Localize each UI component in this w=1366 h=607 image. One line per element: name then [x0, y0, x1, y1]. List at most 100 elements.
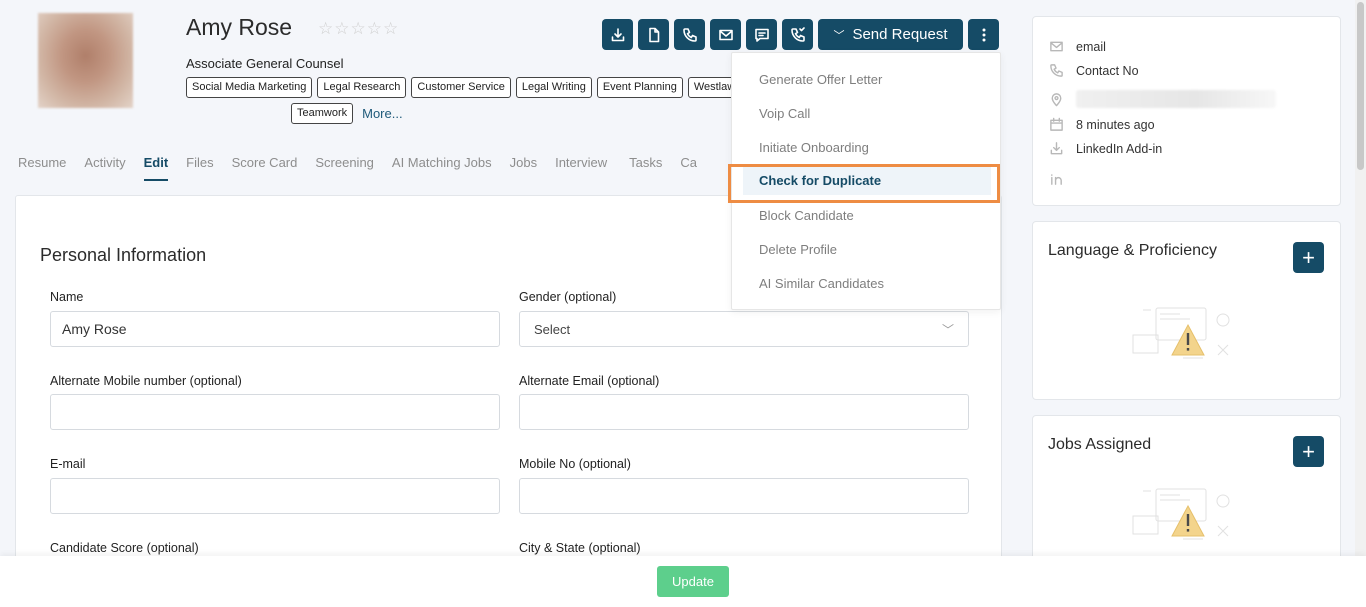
star-icon[interactable]: ☆	[351, 20, 366, 37]
chevron-down-icon: ﹀	[941, 322, 954, 337]
candidate-title: Associate General Counsel	[186, 56, 344, 71]
contact-phone: Contact No	[1076, 63, 1139, 78]
skill-tag: Customer Service	[411, 77, 511, 98]
jobs-title: Jobs Assigned	[1048, 436, 1152, 453]
tab-ai-matching-jobs[interactable]: AI Matching Jobs	[392, 150, 492, 181]
jobs-assigned-card: Jobs Assigned +	[1032, 415, 1341, 575]
skill-tag: Event Planning	[596, 77, 683, 98]
download-button[interactable]	[602, 19, 633, 50]
star-icon[interactable]: ☆	[383, 20, 398, 37]
menu-item-generate-offer-letter[interactable]: Generate Offer Letter	[759, 72, 882, 87]
mail-icon	[718, 29, 733, 40]
language-title: Language & Proficiency	[1048, 242, 1217, 259]
download-icon	[611, 27, 624, 41]
linkedin-icon	[1051, 174, 1062, 185]
empty-state-icon	[1132, 488, 1230, 540]
tab-jobs[interactable]: Jobs	[510, 150, 537, 181]
footer-bar: Update	[0, 556, 1366, 607]
redacted-location	[1076, 90, 1276, 108]
city-state-label: City & State (optional)	[519, 541, 641, 555]
linkedin-row[interactable]	[1049, 172, 1064, 187]
tab-activity[interactable]: Activity	[84, 150, 125, 181]
skills-list: Social Media Marketing Legal Research Cu…	[186, 77, 746, 124]
name-input[interactable]: Amy Rose	[50, 311, 500, 347]
call-button[interactable]	[674, 19, 705, 50]
add-language-button[interactable]: +	[1293, 242, 1324, 273]
page-scrollbar[interactable]	[1355, 0, 1366, 556]
download-icon	[1050, 142, 1063, 155]
highlight-outline	[728, 164, 1000, 203]
menu-item-voip-call[interactable]: Voip Call	[759, 106, 810, 121]
voip-button[interactable]	[782, 19, 813, 50]
skill-tag: Social Media Marketing	[186, 77, 313, 98]
chevron-down-icon: ﹀	[833, 29, 845, 42]
update-button[interactable]: Update	[657, 566, 729, 597]
action-toolbar: ﹀ Send Request	[602, 19, 999, 50]
tab-tasks[interactable]: Tasks	[629, 150, 662, 181]
skill-tag: Teamwork	[291, 103, 354, 124]
alt-mobile-input[interactable]	[50, 394, 500, 430]
gender-select[interactable]: Select ﹀	[519, 311, 969, 347]
contact-card: email Contact No 8 minutes ago LinkedIn …	[1032, 16, 1341, 206]
more-actions-button[interactable]	[968, 19, 999, 50]
contact-source: LinkedIn Add-in	[1076, 141, 1163, 156]
tab-interview[interactable]: Interview	[555, 150, 607, 181]
contact-updated-row: 8 minutes ago	[1049, 117, 1155, 132]
tab-files[interactable]: Files	[186, 150, 213, 181]
location-pin-icon	[1051, 92, 1062, 106]
mobile-input[interactable]	[519, 478, 969, 514]
candidate-avatar	[38, 13, 133, 108]
contact-email-row[interactable]: email	[1049, 39, 1106, 54]
kebab-menu-icon	[982, 28, 985, 41]
sms-button[interactable]	[746, 19, 777, 50]
mail-icon	[1050, 41, 1063, 52]
empty-state-icon	[1132, 307, 1230, 359]
send-request-button[interactable]: ﹀ Send Request	[818, 19, 963, 50]
mobile-label: Mobile No (optional)	[519, 457, 631, 471]
skill-tag: Legal Research	[317, 77, 407, 98]
contact-updated: 8 minutes ago	[1076, 117, 1155, 132]
scrollbar-thumb[interactable]	[1357, 2, 1364, 170]
email-label: E-mail	[50, 457, 86, 471]
star-icon[interactable]: ☆	[334, 20, 349, 37]
language-card: Language & Proficiency +	[1032, 221, 1341, 400]
tab-score-card[interactable]: Score Card	[232, 150, 298, 181]
plus-icon: +	[1302, 438, 1315, 464]
alt-mobile-label: Alternate Mobile number (optional)	[50, 374, 242, 388]
contact-phone-row[interactable]: Contact No	[1049, 63, 1139, 78]
email-button[interactable]	[710, 19, 741, 50]
tab-edit[interactable]: Edit	[143, 150, 169, 181]
plus-icon: +	[1302, 244, 1315, 270]
star-icon[interactable]: ☆	[367, 20, 382, 37]
add-job-button[interactable]: +	[1293, 436, 1324, 467]
gender-label: Gender (optional)	[519, 290, 617, 304]
tab-resume[interactable]: Resume	[18, 150, 66, 181]
phone-icon	[1050, 64, 1063, 77]
skills-spacer	[186, 103, 286, 124]
file-icon	[648, 27, 659, 42]
star-icon[interactable]: ☆	[318, 20, 333, 37]
alt-email-label: Alternate Email (optional)	[519, 374, 660, 388]
calendar-icon	[1050, 117, 1063, 131]
alt-email-input[interactable]	[519, 394, 969, 430]
candidate-score-label: Candidate Score (optional)	[50, 541, 199, 555]
contact-source-row: LinkedIn Add-in	[1049, 141, 1162, 156]
menu-item-block-candidate[interactable]: Block Candidate	[759, 208, 854, 223]
contact-location-row	[1049, 90, 1276, 108]
file-button[interactable]	[638, 19, 669, 50]
email-input[interactable]	[50, 478, 500, 514]
tab-bar: Resume Activity Edit Files Score Card Sc…	[18, 150, 715, 181]
tab-screening[interactable]: Screening	[315, 150, 374, 181]
menu-item-ai-similar-candidates[interactable]: AI Similar Candidates	[759, 276, 884, 291]
skill-tag: Legal Writing	[515, 77, 592, 98]
tabs-container: Resume Activity Edit Files Score Card Sc…	[0, 150, 732, 182]
tab-truncated[interactable]: Ca	[680, 150, 697, 181]
rating-stars[interactable]: ☆ ☆ ☆ ☆ ☆	[318, 20, 398, 37]
menu-item-delete-profile[interactable]: Delete Profile	[759, 242, 837, 257]
section-title: Personal Information	[40, 245, 207, 265]
more-skills-link[interactable]: More...	[362, 103, 402, 124]
message-icon	[754, 28, 769, 42]
menu-item-initiate-onboarding[interactable]: Initiate Onboarding	[759, 140, 869, 155]
send-request-label: Send Request	[852, 26, 948, 43]
name-label: Name	[50, 290, 84, 304]
